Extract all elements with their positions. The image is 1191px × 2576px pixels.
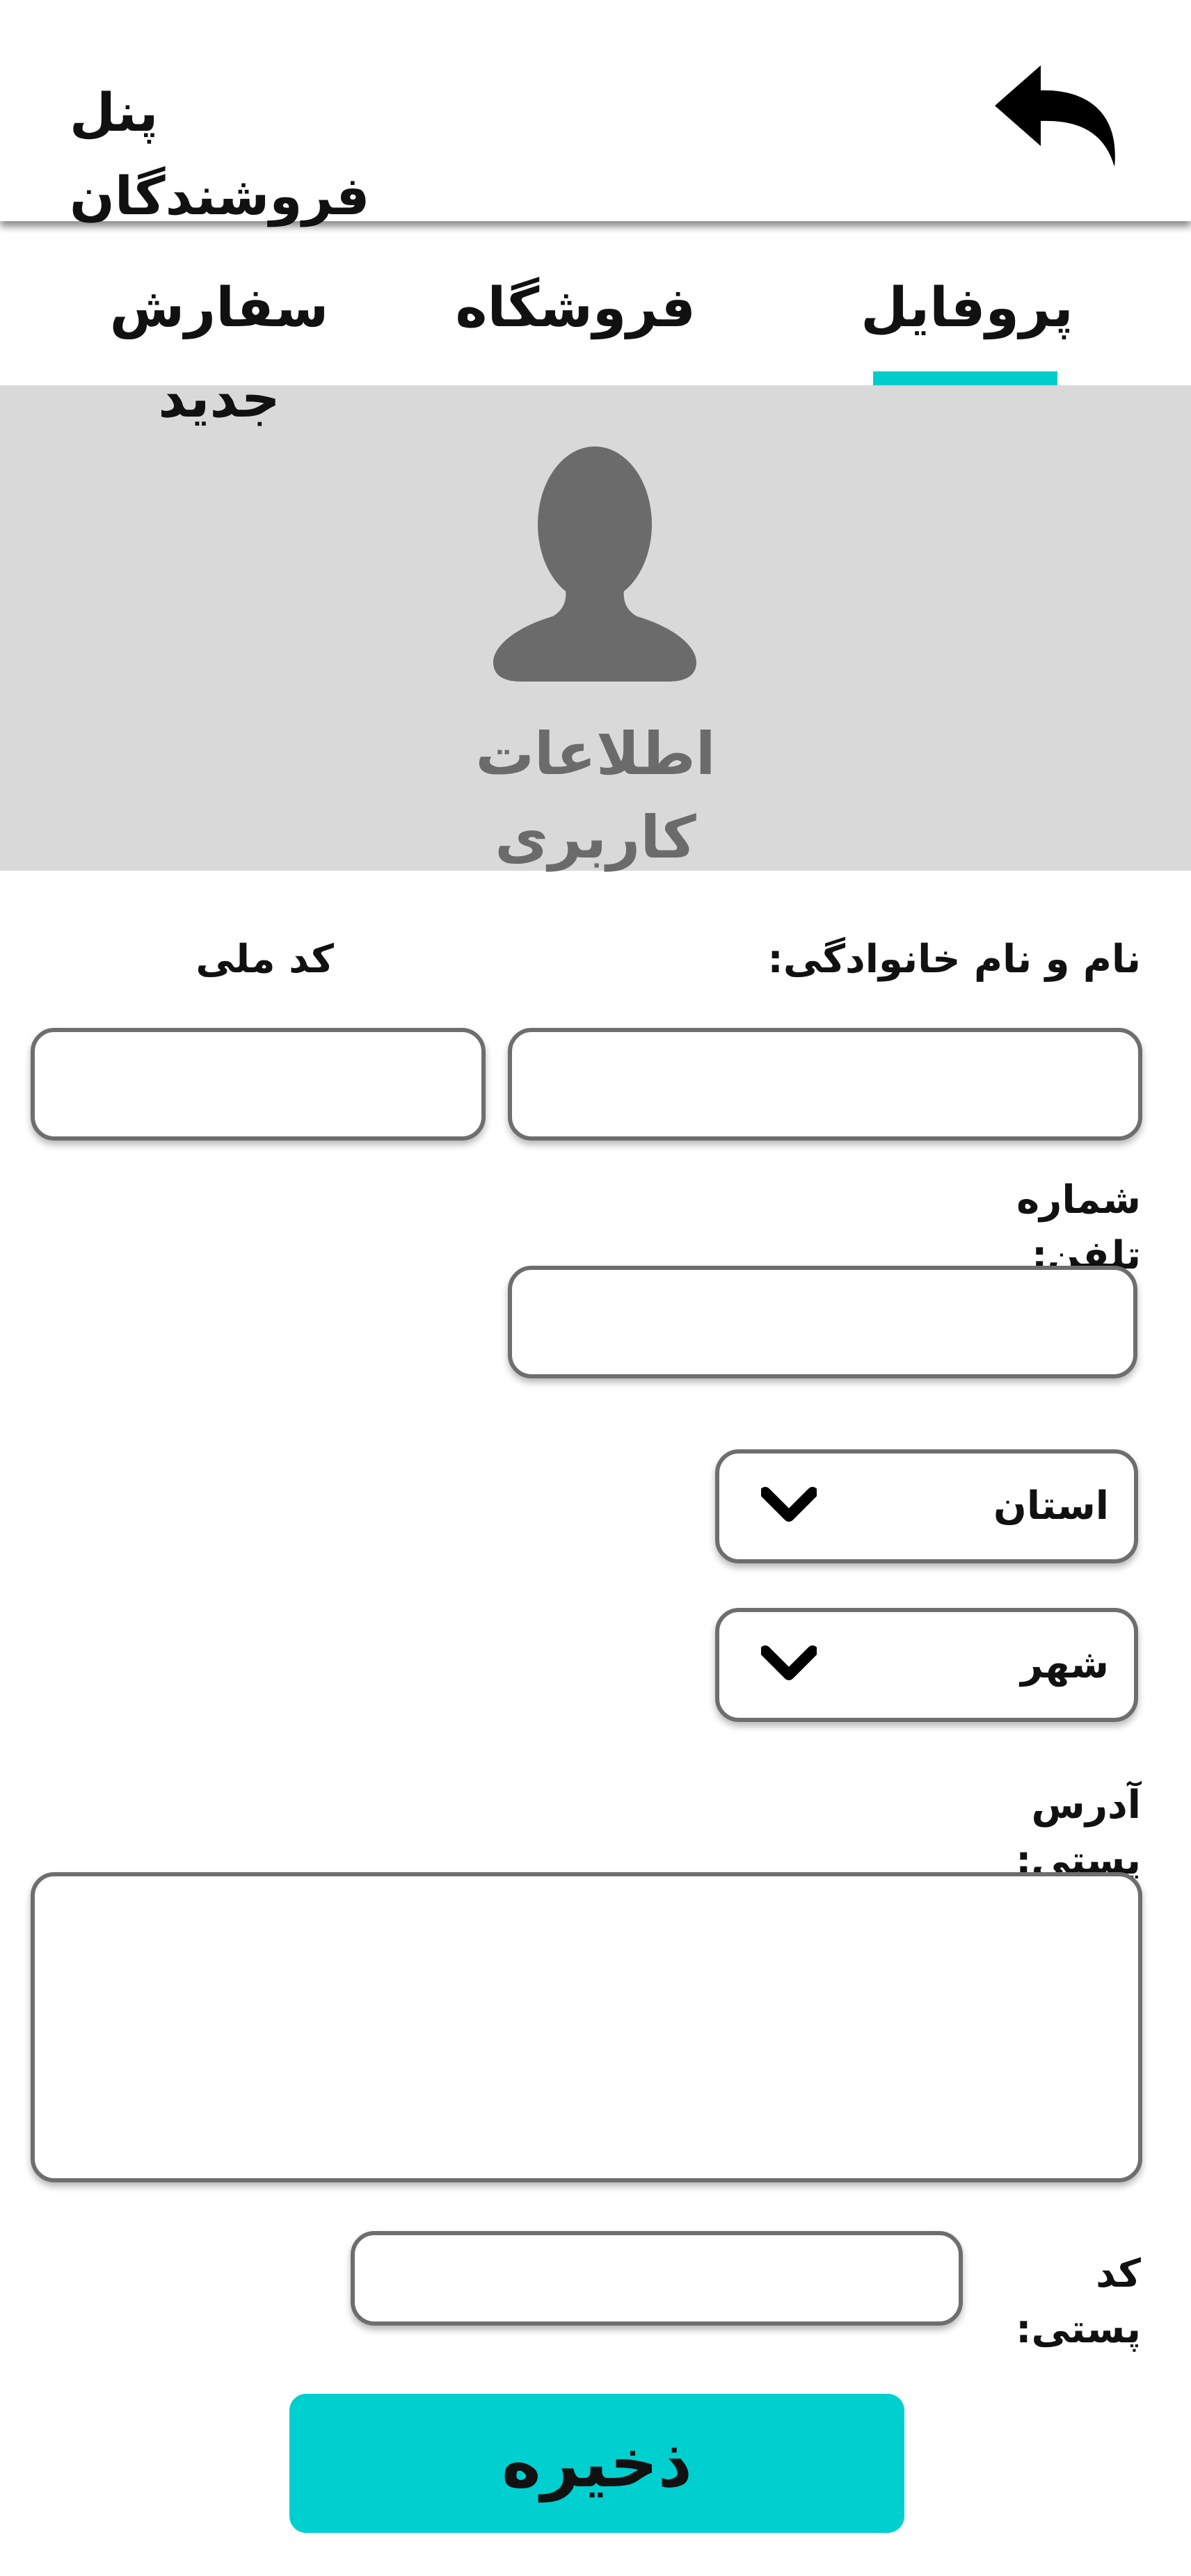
- save-button[interactable]: ذخیره: [289, 2394, 904, 2533]
- province-select-value: استان: [993, 1483, 1109, 1529]
- user-avatar-icon: [490, 441, 699, 682]
- postal-address-input[interactable]: [31, 1872, 1142, 2182]
- tab-bar: پروفایل فروشگاه سفارش جدید: [0, 221, 1191, 430]
- tab-new-order[interactable]: سفارش جدید: [63, 263, 376, 430]
- full-name-label: نام و نام خانوادگی:: [767, 937, 1141, 982]
- city-select-value: شهر: [1021, 1642, 1109, 1687]
- postal-code-label: کد پستی:: [1016, 2251, 1141, 2352]
- profile-banner: اطلاعات کاربری: [0, 385, 1191, 871]
- chevron-down-icon: [761, 1645, 817, 1684]
- tab-profile[interactable]: پروفایل: [856, 263, 1078, 353]
- postal-code-input[interactable]: [351, 2231, 963, 2326]
- back-arrow-icon: [995, 65, 1115, 167]
- back-button[interactable]: [995, 63, 1127, 174]
- chevron-down-icon: [761, 1487, 817, 1526]
- app-header: پنل فروشندگان: [0, 0, 1191, 227]
- national-code-input[interactable]: [31, 1028, 486, 1141]
- user-info-caption: اطلاعات کاربری: [475, 720, 716, 871]
- city-select[interactable]: شهر: [715, 1608, 1138, 1722]
- tab-shop[interactable]: فروشگاه: [456, 263, 696, 353]
- page-title: پنل فروشندگان: [70, 81, 370, 227]
- full-name-input[interactable]: [508, 1028, 1142, 1141]
- phone-input[interactable]: [508, 1266, 1137, 1378]
- national-code-label: کد ملی: [195, 937, 334, 982]
- active-tab-indicator: [873, 371, 1057, 385]
- province-select[interactable]: استان: [715, 1449, 1138, 1563]
